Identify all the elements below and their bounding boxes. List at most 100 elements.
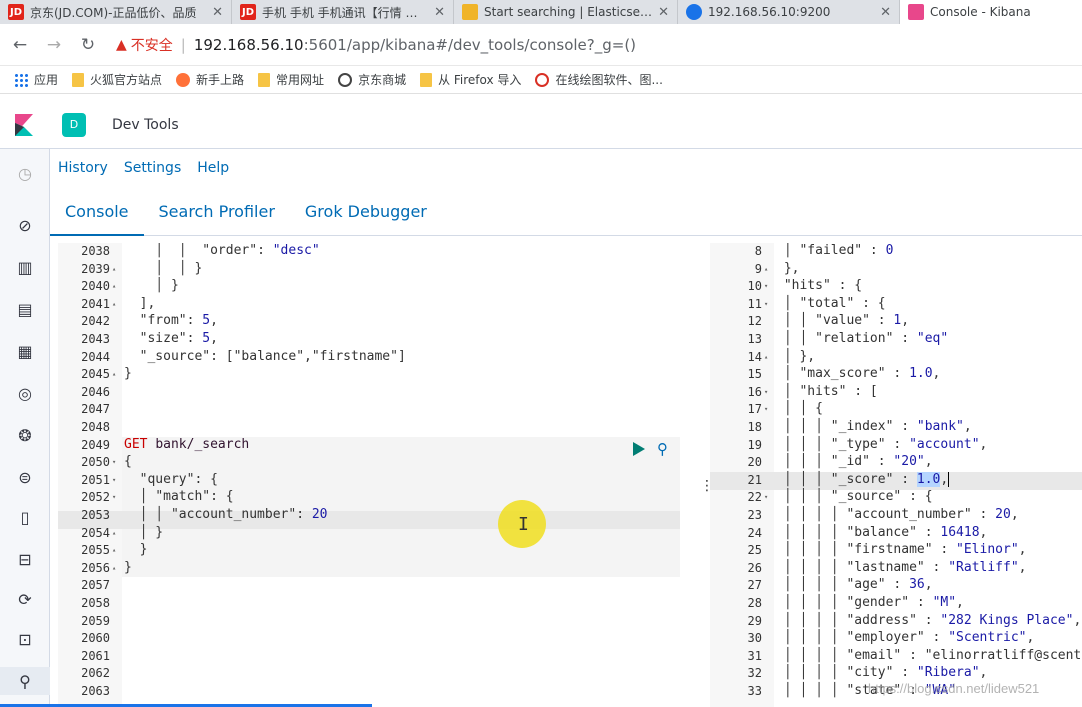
response-output[interactable]: 8 │ "failed" : 0 9 ▴ }, 10 ▾ "hits" : {11 ▾ │… xyxy=(710,243,1082,707)
url-field[interactable]: ▲ 不安全 | 192.168.56.10:5601/app/kibana#/d… xyxy=(116,30,636,60)
uptime-icon[interactable]: ⟳ xyxy=(0,585,50,613)
fold-toggle-icon[interactable]: ▴ xyxy=(110,366,122,384)
code-line[interactable]: 9 ▴ }, xyxy=(710,261,1082,279)
code-line[interactable]: 13 │ │ "relation" : "eq" xyxy=(710,331,1082,349)
tab-console[interactable]: Console xyxy=(50,192,144,236)
tab-search-profiler[interactable]: Search Profiler xyxy=(144,192,290,236)
code-line[interactable]: 20 │ │ │ "_id" : "20", xyxy=(710,454,1082,472)
code-line[interactable]: 26 │ │ │ │ "lastname" : "Ratliff", xyxy=(710,560,1082,578)
code-line[interactable]: 2038 │ │ "order": "desc" xyxy=(58,243,680,261)
infrastructure-icon[interactable]: ⊜ xyxy=(0,463,50,491)
reload-icon[interactable]: ↻ xyxy=(74,31,102,59)
close-icon[interactable]: ✕ xyxy=(880,5,891,20)
bookmark-firefox-import[interactable]: 从 Firefox 导入 xyxy=(420,71,521,88)
tab-grok-debugger[interactable]: Grok Debugger xyxy=(290,192,442,236)
browser-tab-jd-phones[interactable]: JD 手机 手机 手机通讯【行情 价格 ✕ xyxy=(232,0,454,24)
apm-icon[interactable]: ⊟ xyxy=(0,545,50,573)
browser-tab-kibana[interactable]: Console - Kibana xyxy=(900,0,1082,24)
fold-toggle-icon[interactable]: ▾ xyxy=(762,489,774,507)
code-line[interactable]: 2043 "size": 5, xyxy=(58,331,680,349)
logs-icon[interactable]: ▯ xyxy=(0,503,50,531)
fold-toggle-icon[interactable]: ▾ xyxy=(110,489,122,507)
code-line[interactable]: 2049 GET bank/_search xyxy=(58,437,680,455)
code-line[interactable]: 2045 ▴} xyxy=(58,366,680,384)
browser-tab-jd[interactable]: JD 京东(JD.COM)-正品低价、品质 ✕ xyxy=(0,0,232,24)
fold-toggle-icon[interactable]: ▴ xyxy=(762,349,774,367)
request-editor[interactable]: 2038 │ │ "order": "desc" 2039 ▴ │ │ } 2040 ▴… xyxy=(58,243,680,707)
kibana-logo-icon[interactable] xyxy=(0,101,48,149)
forward-arrow-icon[interactable]: → xyxy=(40,31,68,59)
code-line[interactable]: 2058 xyxy=(58,595,680,613)
bookmark-firefox-official[interactable]: 火狐官方站点 xyxy=(72,71,162,88)
ml-icon[interactable]: ❂ xyxy=(0,421,50,449)
code-line[interactable]: 21 │ │ │ "_score" : 1.0, xyxy=(710,471,1082,490)
bookmark-jd-mall[interactable]: 京东商城 xyxy=(338,71,406,88)
code-line[interactable]: 15 │ "max_score" : 1.0, xyxy=(710,366,1082,384)
visualize-chart-icon[interactable]: ▥ xyxy=(0,253,50,281)
code-line[interactable]: 2039 ▴ │ │ } xyxy=(58,261,680,279)
dashboard-icon[interactable]: ▤ xyxy=(0,295,50,323)
send-request-play-icon[interactable] xyxy=(633,442,645,456)
back-arrow-icon[interactable]: ← xyxy=(6,31,34,59)
fold-toggle-icon[interactable]: ▾ xyxy=(762,296,774,314)
settings-link[interactable]: Settings xyxy=(124,160,181,176)
fold-toggle-icon[interactable]: ▴ xyxy=(110,296,122,314)
code-line[interactable]: 22 ▾ │ │ │ "_source" : { xyxy=(710,489,1082,507)
code-line[interactable]: 19 │ │ │ "_type" : "account", xyxy=(710,437,1082,455)
code-line[interactable]: 30 │ │ │ │ "employer" : "Scentric", xyxy=(710,630,1082,648)
code-line[interactable]: 14 ▴ │ }, xyxy=(710,349,1082,367)
code-line[interactable]: 12 │ │ "value" : 1, xyxy=(710,313,1082,331)
code-line[interactable]: 2042 "from": 5, xyxy=(58,313,680,331)
code-line[interactable]: 2056 ▴} xyxy=(58,560,680,578)
code-line[interactable]: 24 │ │ │ │ "balance" : 16418, xyxy=(710,525,1082,543)
canvas-icon[interactable]: ▦ xyxy=(0,337,50,365)
help-link[interactable]: Help xyxy=(197,160,229,176)
code-line[interactable]: 2050 ▾{ xyxy=(58,454,680,472)
code-line[interactable]: 17 ▾ │ │ { xyxy=(710,401,1082,419)
code-line[interactable]: 23 │ │ │ │ "account_number" : 20, xyxy=(710,507,1082,525)
code-line[interactable]: 2063 xyxy=(58,683,680,701)
siem-lock-icon[interactable]: ⊡ xyxy=(0,625,50,653)
code-line[interactable]: 11 ▾ │ "total" : { xyxy=(710,296,1082,314)
code-line[interactable]: 2044 "_source": ["balance","firstname"] xyxy=(58,349,680,367)
bookmark-apps[interactable]: 应用 xyxy=(14,71,58,88)
fold-toggle-icon[interactable]: ▾ xyxy=(762,278,774,296)
code-line[interactable]: 27 │ │ │ │ "age" : 36, xyxy=(710,577,1082,595)
code-line[interactable]: 2048 xyxy=(58,419,680,437)
code-line[interactable]: 28 │ │ │ │ "gender" : "M", xyxy=(710,595,1082,613)
code-line[interactable]: 25 │ │ │ │ "firstname" : "Elinor", xyxy=(710,542,1082,560)
fold-toggle-icon[interactable]: ▴ xyxy=(110,525,122,543)
bookmark-common-sites[interactable]: 常用网址 xyxy=(258,71,324,88)
code-line[interactable]: 2057 xyxy=(58,577,680,595)
close-icon[interactable]: ✕ xyxy=(658,5,669,20)
code-line[interactable]: 2051 ▾ "query": { xyxy=(58,472,680,490)
history-link[interactable]: History xyxy=(58,160,108,176)
code-line[interactable]: 2053 │ │ "account_number": 20 xyxy=(58,507,680,525)
code-line[interactable]: 2055 ▴ } xyxy=(58,542,680,560)
fold-toggle-icon[interactable]: ▴ xyxy=(110,278,122,296)
fold-toggle-icon[interactable]: ▾ xyxy=(762,401,774,419)
fold-toggle-icon[interactable]: ▾ xyxy=(110,454,122,472)
fold-toggle-icon[interactable]: ▴ xyxy=(110,261,122,279)
close-icon[interactable]: ✕ xyxy=(434,5,445,20)
recent-clock-icon[interactable]: ◷ xyxy=(0,159,50,187)
request-settings-wrench-icon[interactable]: ⚲ xyxy=(657,440,668,458)
browser-tab-elastic[interactable]: Start searching | Elasticsearch ✕ xyxy=(454,0,678,24)
code-line[interactable]: 2041 ▴ ], xyxy=(58,296,680,314)
discover-compass-icon[interactable]: ⊘ xyxy=(0,211,50,239)
code-line[interactable]: 2062 xyxy=(58,665,680,683)
space-avatar[interactable]: D xyxy=(62,112,86,137)
fold-toggle-icon[interactable]: ▴ xyxy=(110,542,122,560)
maps-icon[interactable]: ◎ xyxy=(0,379,50,407)
code-line[interactable]: 2052 ▾ │ "match": { xyxy=(58,489,680,507)
fold-toggle-icon[interactable]: ▾ xyxy=(110,472,122,490)
bookmark-getting-started[interactable]: 新手上路 xyxy=(176,71,244,88)
code-line[interactable]: 2040 ▴ │ } xyxy=(58,278,680,296)
fold-toggle-icon[interactable]: ▾ xyxy=(762,384,774,402)
code-line[interactable]: 2046 xyxy=(58,384,680,402)
code-line[interactable]: 31 │ │ │ │ "email" : "elinorratliff@scen… xyxy=(710,648,1082,666)
code-line[interactable]: 2054 ▴ │ } xyxy=(58,525,680,543)
code-line[interactable]: 29 │ │ │ │ "address" : "282 Kings Place"… xyxy=(710,613,1082,631)
fold-toggle-icon[interactable]: ▴ xyxy=(762,261,774,279)
code-line[interactable]: 2060 xyxy=(58,630,680,648)
